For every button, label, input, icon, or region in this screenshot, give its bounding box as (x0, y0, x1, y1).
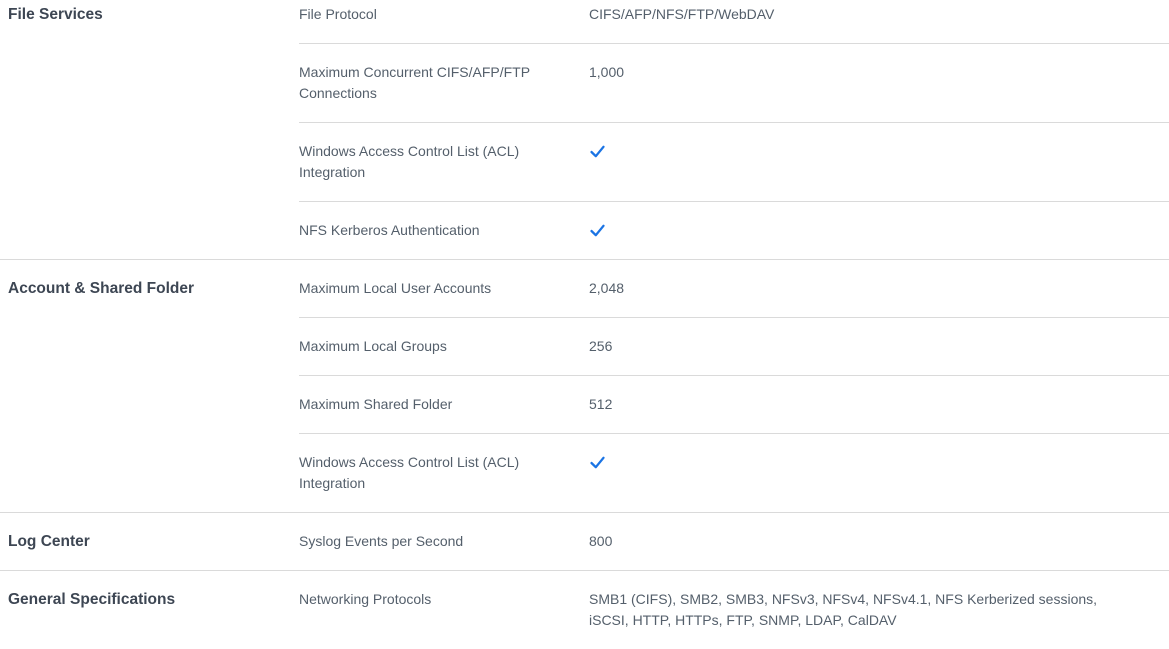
spec-row-maximum-local-user-accounts: Maximum Local User Accounts 2,048 (299, 260, 1169, 317)
spec-label: Windows Access Control List (ACL) Integr… (299, 452, 589, 494)
spec-value: 1,000 (589, 62, 1169, 104)
section-rows: Syslog Events per Second 800 (299, 513, 1169, 570)
section-rows: Networking Protocols SMB1 (CIFS), SMB2, … (299, 571, 1169, 649)
spec-label: Maximum Local User Accounts (299, 278, 589, 299)
spec-row-networking-protocols: Networking Protocols SMB1 (CIFS), SMB2, … (299, 571, 1169, 649)
spec-section-file-services: File Services File Protocol CIFS/AFP/NFS… (0, 0, 1169, 259)
spec-row-windows-access-control-list-acl-integration: Windows Access Control List (ACL) Integr… (299, 122, 1169, 201)
section-title: General Specifications (0, 571, 299, 649)
section-title: Log Center (0, 513, 299, 570)
spec-label: Maximum Shared Folder (299, 394, 589, 415)
spec-label: Windows Access Control List (ACL) Integr… (299, 141, 589, 183)
spec-section-account-shared-folder: Account & Shared Folder Maximum Local Us… (0, 259, 1169, 512)
spec-row-file-protocol: File Protocol CIFS/AFP/NFS/FTP/WebDAV (299, 0, 1169, 43)
spec-row-maximum-concurrent-cifs-afp-ftp-connections: Maximum Concurrent CIFS/AFP/FTP Connecti… (299, 43, 1169, 122)
spec-row-nfs-kerberos-authentication: NFS Kerberos Authentication (299, 201, 1169, 259)
spec-value: 800 (589, 531, 1169, 552)
spec-value: 512 (589, 394, 1169, 415)
spec-row-maximum-local-groups: Maximum Local Groups 256 (299, 317, 1169, 375)
spec-row-maximum-shared-folder: Maximum Shared Folder 512 (299, 375, 1169, 433)
spec-row-syslog-events-per-second: Syslog Events per Second 800 (299, 513, 1169, 570)
section-rows: Maximum Local User Accounts 2,048 Maximu… (299, 260, 1169, 512)
spec-label: File Protocol (299, 4, 589, 25)
check-icon (589, 454, 606, 471)
spec-value: SMB1 (CIFS), SMB2, SMB3, NFSv3, NFSv4, N… (589, 589, 1169, 631)
spec-value: 2,048 (589, 278, 1169, 299)
spec-value: CIFS/AFP/NFS/FTP/WebDAV (589, 4, 1169, 25)
section-rows: File Protocol CIFS/AFP/NFS/FTP/WebDAV Ma… (299, 0, 1169, 259)
spec-section-general-specifications: General Specifications Networking Protoc… (0, 570, 1169, 649)
spec-row-windows-access-control-list-acl-integration: Windows Access Control List (ACL) Integr… (299, 433, 1169, 512)
check-icon (589, 143, 606, 160)
spec-section-log-center: Log Center Syslog Events per Second 800 (0, 512, 1169, 570)
spec-label: Syslog Events per Second (299, 531, 589, 552)
check-icon (589, 222, 606, 239)
section-title: File Services (0, 0, 299, 259)
spec-label: Maximum Concurrent CIFS/AFP/FTP Connecti… (299, 62, 589, 104)
spec-value (589, 220, 1169, 241)
specifications-table: File Services File Protocol CIFS/AFP/NFS… (0, 0, 1169, 649)
spec-value (589, 452, 1169, 494)
spec-label: NFS Kerberos Authentication (299, 220, 589, 241)
section-title: Account & Shared Folder (0, 260, 299, 512)
spec-label: Networking Protocols (299, 589, 589, 631)
spec-label: Maximum Local Groups (299, 336, 589, 357)
spec-value: 256 (589, 336, 1169, 357)
spec-value (589, 141, 1169, 183)
